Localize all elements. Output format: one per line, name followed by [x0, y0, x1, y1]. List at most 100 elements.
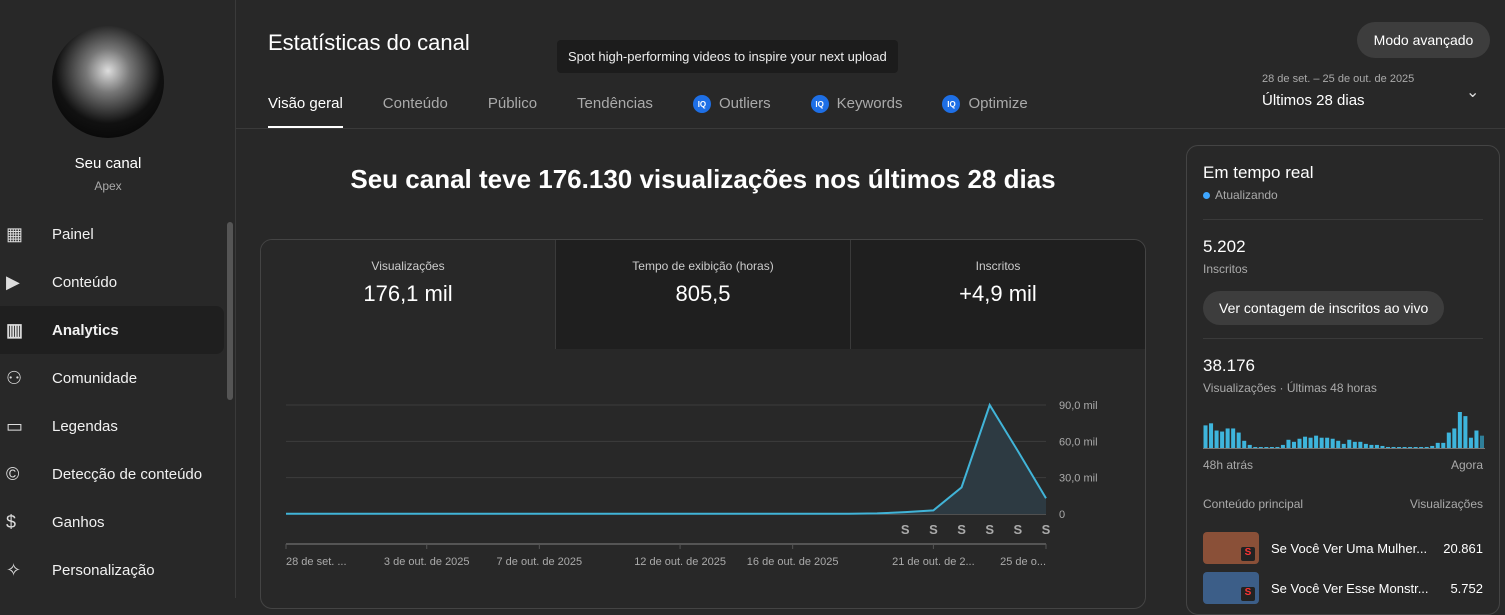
realtime-bar [1247, 444, 1252, 448]
realtime-bar [1286, 439, 1291, 448]
period-select[interactable]: Últimos 28 dias [1262, 92, 1365, 109]
realtime-bar [1391, 446, 1396, 448]
realtime-bar [1314, 435, 1319, 448]
sidebar-scrollbar[interactable] [227, 222, 233, 400]
sidebar-item-analytics[interactable]: ▥ Analytics [0, 306, 224, 354]
sidebar: Seu canal Apex ▦ Painel ▶ Conteúdo ▥ Analytic… [0, 0, 236, 598]
realtime-bar [1463, 416, 1468, 448]
channel-label: Seu canal [74, 155, 142, 172]
overview-card: Visualizações 176,1 mil Tempo de exibição… [260, 239, 1146, 609]
realtime-bar [1308, 437, 1313, 448]
x-tick-label: 28 de set. ... [286, 556, 347, 568]
sidebar-item-painel[interactable]: ▦ Painel [0, 210, 224, 258]
realtime-bar [1220, 431, 1225, 448]
subscribers-label: Inscritos [1203, 262, 1248, 276]
sidebar-item-conte-do[interactable]: ▶ Conteúdo [0, 258, 224, 306]
realtime-bar [1435, 442, 1440, 448]
realtime-bar [1457, 412, 1462, 448]
realtime-bar [1258, 447, 1263, 448]
views-value: 38.176 [1203, 356, 1255, 375]
sidebar-item-legendas[interactable]: ▭ Legendas [0, 402, 224, 450]
sidebar-item-personaliza-o[interactable]: ✧ Personalização [0, 546, 224, 594]
sidebar-item-label: Comunidade [52, 369, 138, 387]
top-content-item[interactable]: S Se Você Ver Uma Mulher... 20.861 [1203, 532, 1483, 564]
realtime-bar [1303, 436, 1308, 448]
realtime-bar [1280, 444, 1285, 448]
tab-3[interactable]: Tendências [577, 86, 653, 128]
x-tick-label: 7 de out. de 2025 [497, 556, 583, 568]
shorts-marker-icon: S [957, 522, 966, 537]
tab-4[interactable]: IQ Outliers [692, 86, 771, 128]
video-title: Se Você Ver Esse Monstr... [1271, 580, 1429, 596]
realtime-bar [1275, 446, 1280, 448]
realtime-bar [1408, 447, 1413, 448]
end-label: Agora [1450, 458, 1483, 472]
channel-avatar[interactable] [52, 26, 164, 138]
realtime-bar [1341, 443, 1346, 448]
realtime-bar [1446, 432, 1451, 448]
top-content-item[interactable]: S Se Você Ver Esse Monstr... 5.752 [1203, 572, 1483, 604]
community-icon: ⚇ [6, 367, 23, 388]
sidebar-item-label: Painel [52, 225, 94, 243]
y-tick-label: 60,0 mil [1059, 436, 1098, 448]
magic-wand-icon: ✧ [6, 559, 22, 580]
video-thumbnail[interactable]: S [1203, 532, 1259, 564]
status-text: Atualizando [1215, 188, 1278, 202]
tab-5[interactable]: IQ Keywords [810, 86, 903, 128]
start-label: 48h atrás [1203, 458, 1254, 472]
sidebar-item-label: Analytics [52, 321, 119, 339]
sidebar-item-comunidade[interactable]: ⚇ Comunidade [0, 354, 224, 402]
tab-bar: Visão geral Conteúdo Público Tendências IQ Ou… [268, 86, 1068, 128]
realtime-bar [1209, 423, 1214, 448]
realtime-bar [1363, 443, 1368, 448]
tooltip: Spot high-performing videos to inspire y… [557, 40, 898, 73]
realtime-bar [1430, 445, 1435, 448]
tab-label: Optimize [968, 95, 1028, 112]
realtime-bar [1203, 425, 1208, 448]
shorts-icon: S [1241, 547, 1255, 561]
tab-1[interactable]: Conteúdo [383, 86, 448, 128]
realtime-bar [1369, 444, 1374, 448]
content-icon: ▶ [6, 271, 20, 292]
area-fill [286, 405, 1046, 514]
realtime-bar [1291, 441, 1296, 448]
views-label: Visualizações · Últimas 48 horas [1203, 381, 1377, 395]
tab-0[interactable]: Visão geral [268, 86, 343, 128]
tab-label: Visão geral [268, 95, 343, 112]
copyright-icon: © [6, 463, 20, 484]
sidebar-item-label: Ganhos [52, 513, 105, 531]
video-thumbnail[interactable]: S [1203, 572, 1259, 604]
realtime-bar [1352, 441, 1357, 448]
date-range[interactable]: 28 de set. – 25 de out. de 2025 [1262, 73, 1414, 85]
live-subscriber-count-button[interactable]: Ver contagem de inscritos ao vivo [1203, 291, 1445, 325]
realtime-bar [1325, 437, 1330, 448]
realtime-bar-chart[interactable] [1203, 408, 1485, 450]
realtime-bar [1242, 440, 1247, 448]
x-tick-label: 16 de out. de 2025 [747, 556, 839, 568]
advanced-mode-button[interactable]: Modo avançado [1357, 22, 1490, 58]
subscribers-value: 5.202 [1203, 237, 1246, 256]
y-tick-label: 30,0 mil [1059, 473, 1098, 485]
tab-label: Público [487, 95, 538, 112]
realtime-bar [1264, 447, 1269, 448]
realtime-bar [1380, 445, 1385, 448]
realtime-bar [1297, 438, 1302, 448]
tab-6[interactable]: IQ Optimize [942, 86, 1028, 128]
x-tick-label: 12 de out. de 2025 [634, 556, 726, 568]
chevron-down-icon[interactable]: ⌄ [1466, 82, 1479, 102]
tab-label: Keywords [836, 95, 903, 112]
views-chart[interactable]: 0 30,0 mil 60,0 mil 90,0 mil S S S S S S 28 de set… [261, 240, 1146, 609]
vidiq-icon: IQ [942, 95, 961, 113]
realtime-bar [1424, 446, 1429, 448]
shorts-marker-icon: S [1014, 522, 1023, 537]
sidebar-item-detec-o-de-conte-do[interactable]: © Detecção de conteúdo [0, 450, 224, 498]
realtime-bar [1452, 428, 1457, 448]
sidebar-item-ganhos[interactable]: $ Ganhos [0, 498, 224, 546]
tab-2[interactable]: Público [488, 86, 537, 128]
header-divider [236, 128, 1505, 129]
earnings-icon: $ [6, 511, 17, 532]
sidebar-item-label: Detecção de conteúdo [52, 465, 203, 483]
channel-handle: Apex [94, 179, 122, 193]
realtime-bar [1214, 430, 1219, 448]
shorts-marker-icon: S [1042, 522, 1051, 537]
